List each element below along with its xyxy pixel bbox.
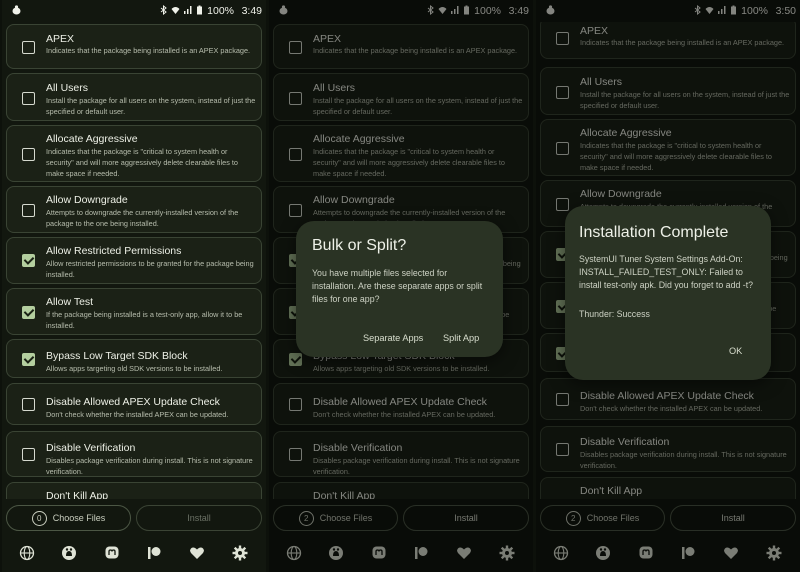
battery-percent: 100% [207, 5, 234, 17]
screen-installation-complete-dialog: 100% 3:50 APEX Indicates that the packag… [536, 0, 800, 572]
option-title: Disable Verification [46, 442, 136, 454]
dialog-message: SystemUI Tuner System Settings Add-On: I… [579, 254, 754, 290]
option-title: Allow Downgrade [46, 194, 128, 206]
option-title: Allocate Aggressive [46, 133, 138, 145]
bottom-navigation [2, 545, 266, 567]
ok-button[interactable]: OK [729, 346, 742, 356]
option-all-users[interactable]: All Users Install the package for all us… [6, 73, 262, 121]
patreon-icon[interactable] [146, 545, 162, 561]
clock: 3:49 [241, 5, 262, 17]
option-description: If the package being installed is a test… [46, 310, 243, 330]
signal-icon [184, 6, 192, 14]
option-title: All Users [46, 82, 89, 94]
option-bypass-low-target-sdk[interactable]: Bypass Low Target SDK Block Allows apps … [6, 339, 262, 378]
selected-count-badge: 0 [31, 510, 47, 526]
heart-icon[interactable] [189, 545, 205, 561]
dialog-result: Thunder: Success [579, 309, 650, 319]
option-apex[interactable]: APEX Indicates that the package being in… [6, 24, 262, 69]
option-title: APEX [46, 33, 75, 45]
bulk-or-split-dialog: Bulk or Split? You have multiple files s… [296, 221, 503, 357]
dialog-title: Bulk or Split? [312, 237, 407, 254]
option-dont-kill-app[interactable]: Don't Kill App [6, 482, 262, 499]
choose-files-button[interactable]: 0 Choose Files [6, 505, 131, 531]
option-title: Don't Kill App [46, 490, 109, 499]
bluetooth-icon [160, 5, 167, 15]
checkbox[interactable] [22, 148, 35, 161]
option-disable-verification[interactable]: Disable Verification Disables package ve… [6, 431, 262, 477]
option-allocate-aggressive[interactable]: Allocate Aggressive Indicates that the p… [6, 125, 262, 182]
choose-files-label: Choose Files [52, 513, 106, 523]
option-title: Disable Allowed APEX Update Check [46, 396, 220, 408]
battery-icon [197, 5, 202, 15]
checkbox[interactable] [22, 92, 35, 105]
option-title: Allow Restricted Permissions [46, 245, 182, 257]
checkbox-checked[interactable] [22, 306, 35, 319]
dialog-message: You have multiple files selected for ins… [312, 268, 483, 304]
option-title: Bypass Low Target SDK Block [46, 350, 188, 362]
option-title: Allow Test [46, 296, 94, 308]
mastodon-icon[interactable] [104, 545, 120, 561]
option-description: Disables package verification during ins… [46, 456, 253, 476]
github-icon[interactable] [61, 545, 77, 561]
settings-icon[interactable] [232, 545, 248, 561]
option-description: Don't check whether the installed APEX c… [46, 410, 229, 419]
installation-complete-dialog: Installation Complete SystemUI Tuner Sys… [565, 206, 771, 380]
option-description: Indicates that the package is "critical … [46, 147, 238, 178]
split-app-button[interactable]: Split App [443, 333, 479, 343]
option-allow-test[interactable]: Allow Test If the package being installe… [6, 288, 262, 335]
checkbox[interactable] [22, 398, 35, 411]
android-debug-icon [12, 5, 21, 15]
option-allow-downgrade[interactable]: Allow Downgrade Attempts to downgrade th… [6, 186, 262, 233]
option-description: Install the package for all users on the… [46, 96, 256, 116]
globe-icon[interactable] [19, 545, 35, 561]
screen-file-selection-empty: 100% 3:49 APEX Indicates that the packag… [2, 0, 266, 572]
separate-apps-button[interactable]: Separate Apps [363, 333, 423, 343]
dialog-title: Installation Complete [579, 224, 729, 241]
option-description: Attempts to downgrade the currently-inst… [46, 208, 239, 228]
checkbox[interactable] [22, 448, 35, 461]
wifi-icon [171, 7, 180, 14]
install-options-list[interactable]: APEX Indicates that the package being in… [2, 22, 266, 499]
status-bar: 100% 3:49 [2, 0, 266, 22]
install-label: Install [187, 513, 211, 523]
option-description: Allows apps targeting old SDK versions t… [46, 364, 223, 373]
option-description: Indicates that the package being install… [46, 46, 251, 55]
option-description: Allow restricted permissions to be grant… [46, 259, 254, 279]
checkbox[interactable] [22, 204, 35, 217]
install-button[interactable]: Install [136, 505, 262, 531]
screen-bulk-or-split-dialog: 100% 3:49 APEX Indicates that the packag… [269, 0, 533, 572]
option-allow-restricted-permissions[interactable]: Allow Restricted Permissions Allow restr… [6, 237, 262, 284]
checkbox-checked[interactable] [22, 254, 35, 267]
checkbox-checked[interactable] [22, 353, 35, 366]
option-disable-apex-update-check[interactable]: Disable Allowed APEX Update Check Don't … [6, 383, 262, 425]
checkbox[interactable] [22, 41, 35, 54]
status-icons [159, 5, 204, 15]
